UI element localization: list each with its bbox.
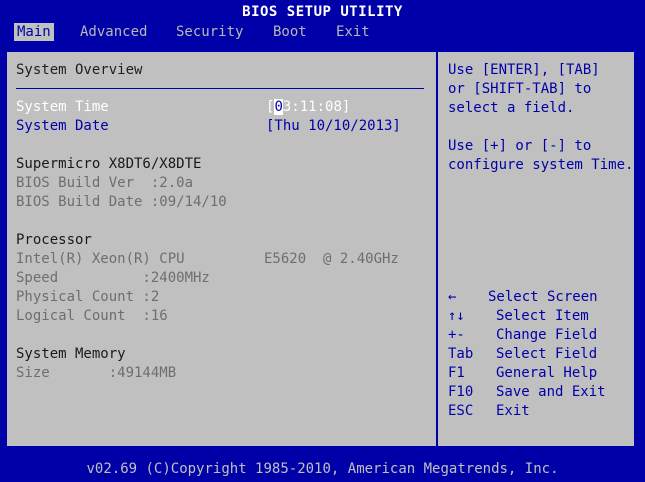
key-desc-save-exit: Save and Exit <box>496 384 606 400</box>
help-text-line: Use [ENTER], [TAB] <box>448 62 600 78</box>
key-desc-general-help: General Help <box>496 365 598 381</box>
system-time-field[interactable]: [03:11:08] <box>266 98 350 116</box>
bios-build-date: BIOS Build Date :09/14/10 <box>16 194 227 210</box>
processor-title: Processor <box>16 232 92 248</box>
key-tab: Tab <box>448 346 474 362</box>
panel-divider <box>436 50 438 448</box>
cpu-speed: Speed :2400MHz <box>16 270 210 286</box>
key-desc-select-field: Select Field <box>496 346 598 362</box>
help-text-line: Use [+] or [-] to <box>448 138 592 154</box>
board-title: Supermicro X8DT6/X8DTE <box>16 156 202 172</box>
section-heading: System Overview <box>16 62 143 78</box>
key-esc: ESC <box>448 403 474 419</box>
tab-security[interactable]: Security <box>173 23 246 41</box>
plus-minus-icon: +- <box>448 327 465 343</box>
key-f1: F1 <box>448 365 465 381</box>
key-desc-exit: Exit <box>496 403 530 419</box>
system-time-label[interactable]: System Time <box>16 98 109 116</box>
window-title: BIOS SETUP UTILITY <box>0 0 645 22</box>
physical-count: Physical Count :2 <box>16 289 160 305</box>
tab-advanced[interactable]: Advanced <box>77 23 150 41</box>
up-down-arrow-icon: ↑↓ <box>448 308 465 324</box>
left-arrow-icon: ← <box>448 289 457 305</box>
memory-title: System Memory <box>16 346 126 362</box>
key-desc-change-field: Change Field <box>496 327 598 343</box>
tab-main[interactable]: Main <box>14 23 54 41</box>
help-text-line: configure system Time. <box>448 157 634 173</box>
memory-size: Size :49144MB <box>16 365 177 381</box>
system-date-label[interactable]: System Date <box>16 117 109 135</box>
help-text-line: or [SHIFT-TAB] to <box>448 81 592 97</box>
menu-bar: Main Advanced Security Boot Exit <box>0 22 645 42</box>
copyright-footer: v02.69 (C)Copyright 1985-2010, American … <box>0 458 645 482</box>
key-f10: F10 <box>448 384 474 400</box>
cpu-model: E5620 @ 2.40GHz <box>264 251 399 267</box>
cpu-name: Intel(R) Xeon(R) CPU <box>16 251 185 267</box>
field-cursor: 0 <box>274 99 283 115</box>
bios-build-ver: BIOS Build Ver :2.0a <box>16 175 194 191</box>
key-desc-select-item: Select Item <box>496 308 589 324</box>
system-time-value: 3:11:08] <box>282 99 351 115</box>
key-desc-select-screen: Select Screen <box>488 289 598 305</box>
system-date-value[interactable]: [Thu 10/10/2013] <box>266 117 401 135</box>
tab-exit[interactable]: Exit <box>333 23 373 41</box>
logical-count: Logical Count :16 <box>16 308 168 324</box>
heading-rule <box>16 88 424 89</box>
help-text-line: select a field. <box>448 100 575 116</box>
tab-boot[interactable]: Boot <box>270 23 310 41</box>
